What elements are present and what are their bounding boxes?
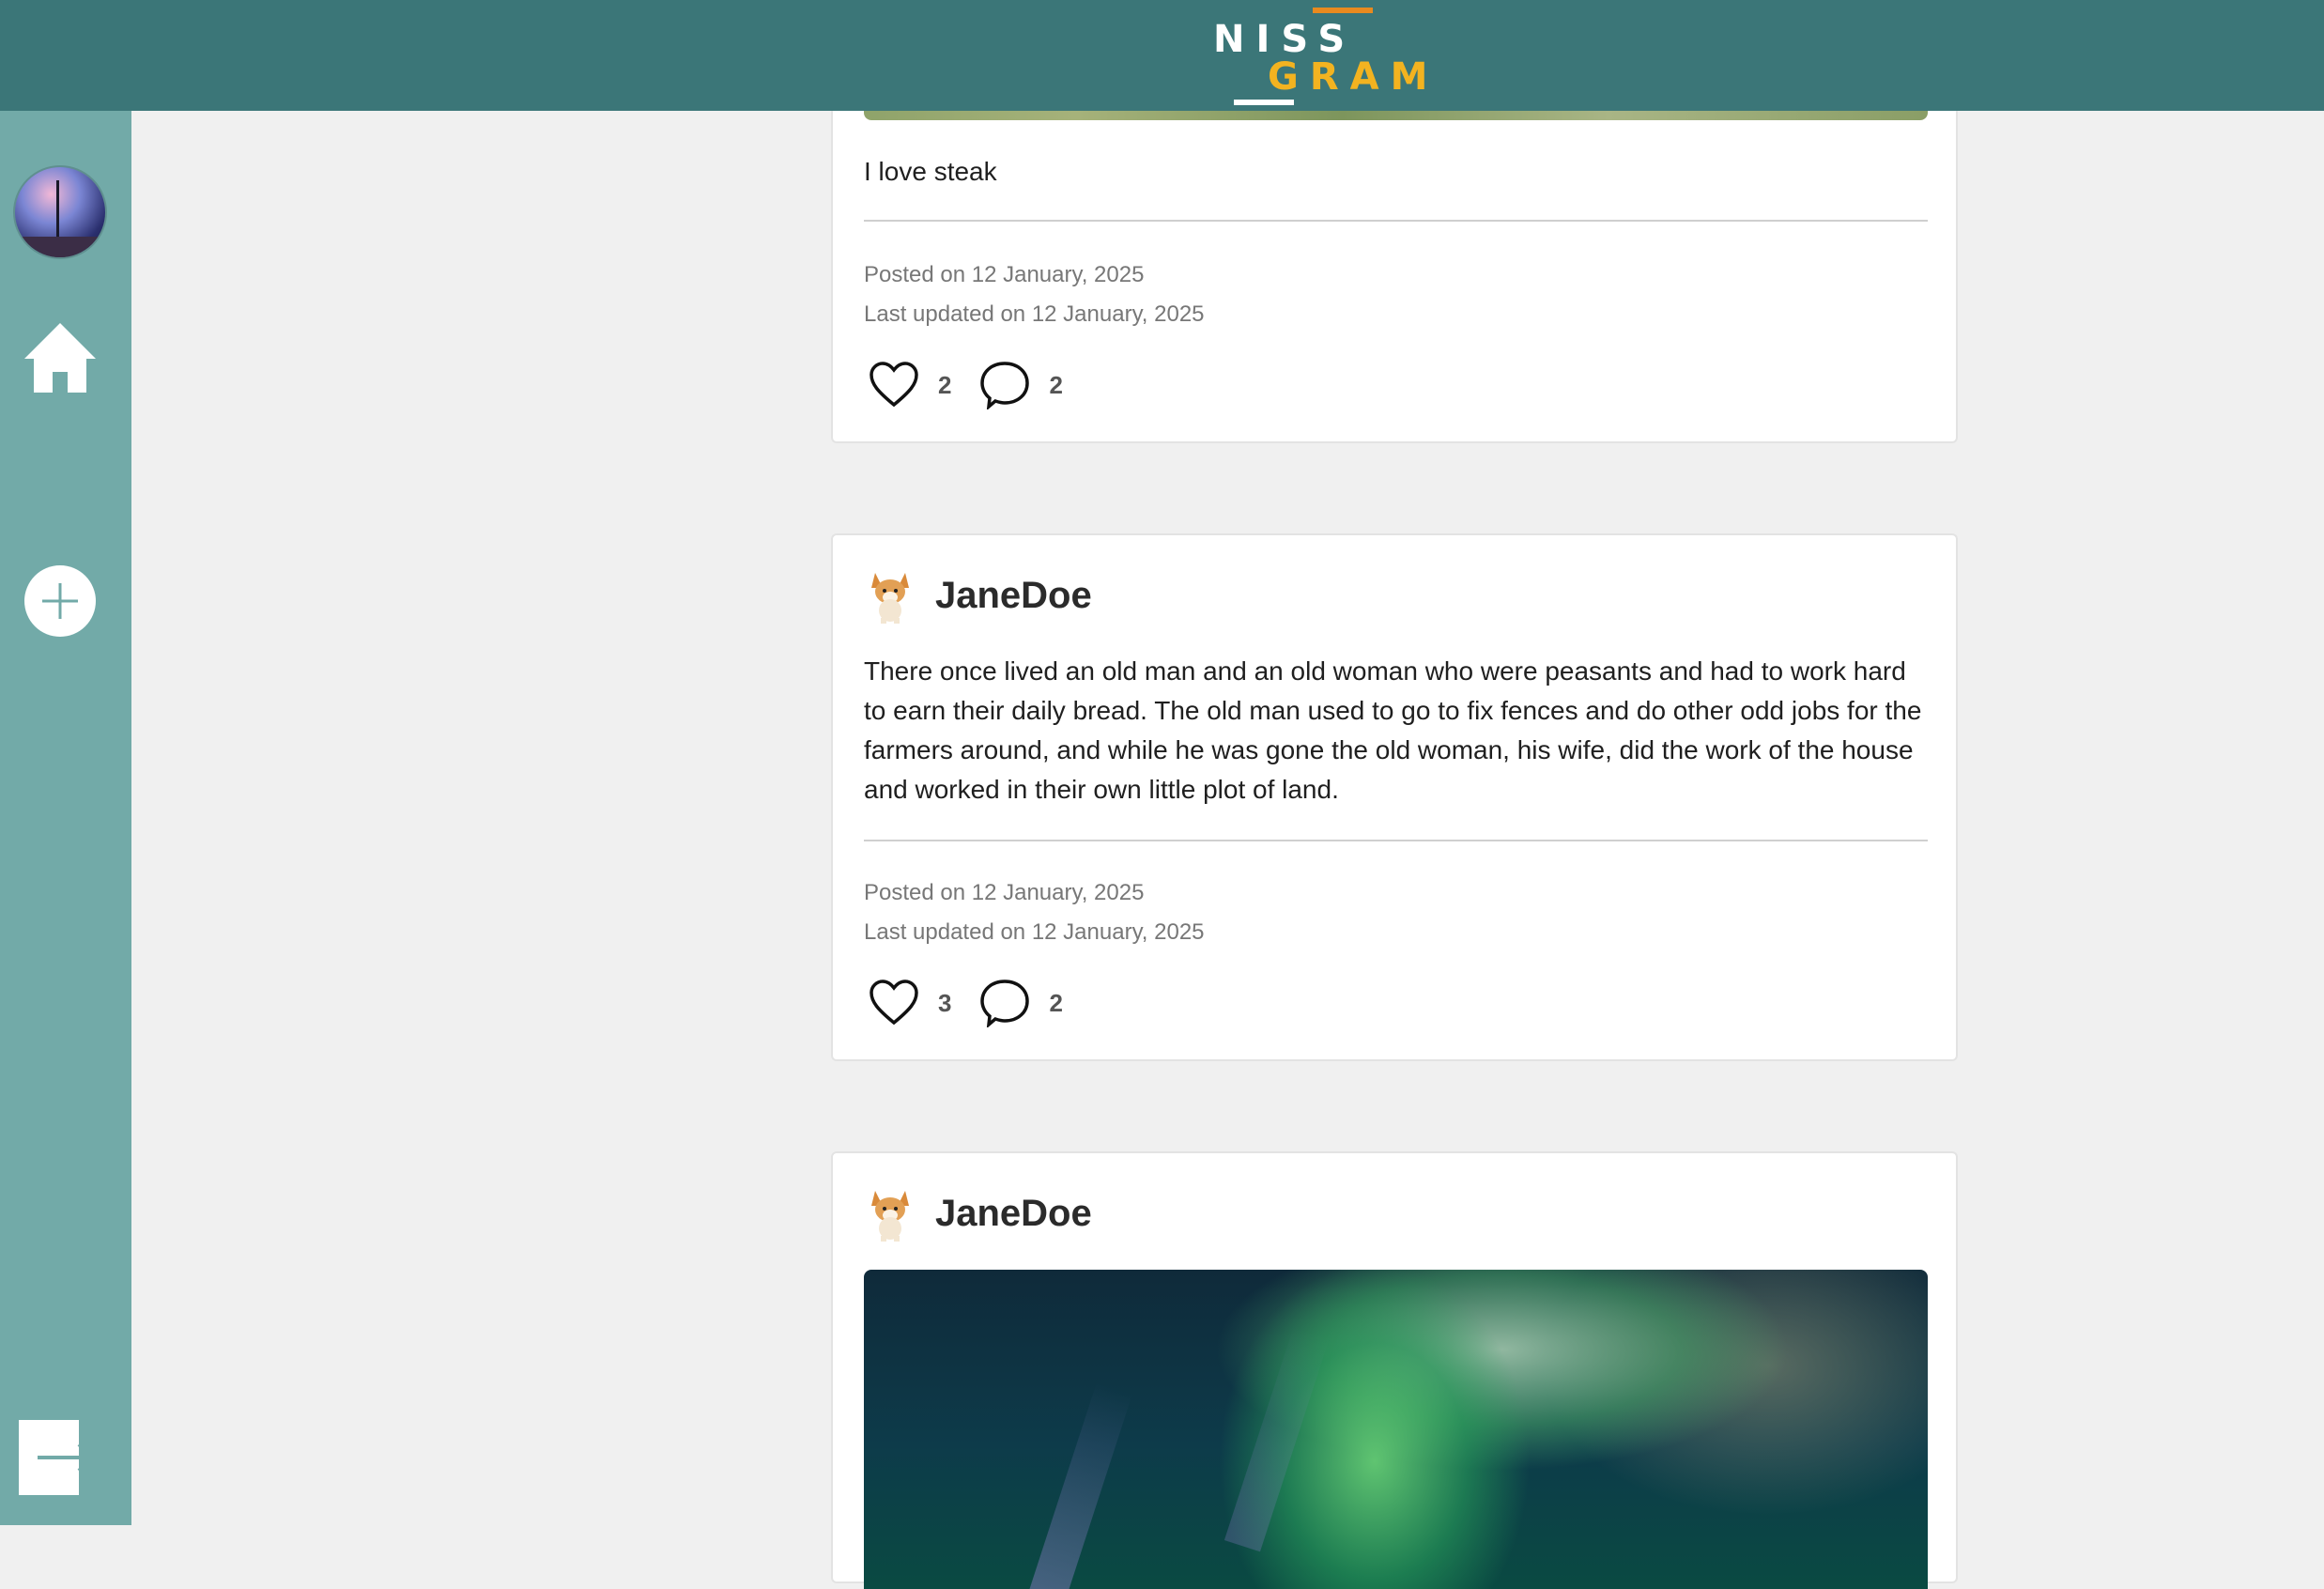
comment-icon[interactable]	[979, 361, 1030, 409]
like-count: 2	[938, 370, 952, 399]
logo-text-bottom: GRAM	[1268, 55, 1439, 99]
logout-icon[interactable]	[19, 1420, 98, 1495]
post-divider	[864, 220, 1928, 222]
post-text: There once lived an old man and an old w…	[864, 656, 1922, 804]
author-name[interactable]: JaneDoe	[935, 1193, 1092, 1235]
author-name[interactable]: JaneDoe	[935, 575, 1092, 617]
post-date: Posted on 12 January, 2025	[864, 880, 1145, 905]
aurora-beam	[1026, 1381, 1133, 1589]
profile-avatar[interactable]	[13, 165, 107, 259]
logo-underline-bar	[1234, 100, 1294, 105]
post-actions: 3 2	[869, 979, 1091, 1027]
logo-text-top: NISS	[1213, 18, 1357, 61]
plus-icon	[42, 583, 78, 619]
sidebar	[0, 111, 131, 1525]
post-date: Posted on 12 January, 2025	[864, 262, 1145, 287]
comment-icon[interactable]	[979, 979, 1030, 1027]
add-post-button[interactable]	[24, 565, 96, 637]
aurora-beam	[1224, 1325, 1331, 1552]
like-count: 3	[938, 988, 952, 1017]
post-author[interactable]: JaneDoe	[864, 567, 1092, 624]
avatar-ground	[15, 237, 105, 257]
post-image[interactable]	[864, 1270, 1928, 1589]
nissgram-logo[interactable]: NISS GRAM	[1211, 6, 1427, 109]
post-caption: I love steak	[864, 157, 997, 186]
post-author[interactable]: JaneDoe	[864, 1185, 1092, 1242]
post-updated-date: Last updated on 12 January, 2025	[864, 919, 1205, 945]
post-card: JaneDoe	[831, 1151, 1958, 1589]
heart-icon[interactable]	[869, 362, 919, 409]
post-actions: 2 2	[869, 361, 1091, 409]
heart-icon[interactable]	[869, 980, 919, 1026]
corgi-avatar-icon	[871, 573, 909, 624]
post-card: JaneDoe There once lived an old man and …	[831, 533, 1958, 1061]
comment-count: 2	[1049, 370, 1063, 399]
post-divider	[864, 840, 1928, 841]
home-icon[interactable]	[21, 319, 100, 394]
comment-count: 2	[1049, 988, 1063, 1017]
top-navbar: NISS GRAM	[0, 0, 2324, 111]
post-updated-date: Last updated on 12 January, 2025	[864, 301, 1205, 327]
corgi-avatar-icon	[871, 1191, 909, 1242]
logo-accent-bar	[1313, 8, 1373, 13]
